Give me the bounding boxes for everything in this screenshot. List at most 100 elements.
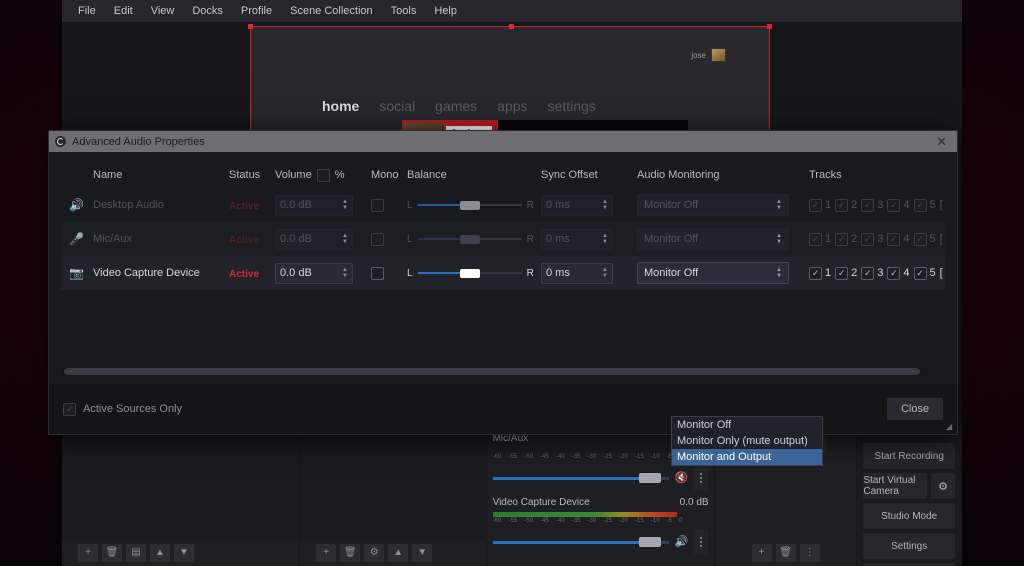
start-recording-button[interactable]: Start Recording (863, 443, 955, 469)
balance-control[interactable]: L R (407, 233, 541, 245)
volume-stepper[interactable]: 0.0 dB ▲ ▼ (275, 262, 353, 284)
balance-slider[interactable] (417, 199, 522, 211)
mono-checkbox[interactable] (371, 232, 384, 246)
menu-item-scene-collection[interactable]: Scene Collection (282, 2, 381, 20)
remove-source-button[interactable]: 🗑 (340, 544, 361, 562)
menu-item-docks[interactable]: Docks (184, 2, 231, 20)
table-row[interactable]: 🔊 Desktop Audio Active 0.0 dB ▲ ▼ L R 0 … (61, 188, 945, 222)
sync-offset-value: 0 ms (546, 233, 570, 245)
close-icon[interactable]: ✕ (932, 135, 951, 148)
mixer-volume-slider[interactable] (492, 471, 669, 485)
dropdown-option-monitor-off[interactable]: Monitor Off (672, 417, 822, 433)
menu-item-profile[interactable]: Profile (233, 2, 280, 20)
scene-filters-button[interactable]: ▤ (126, 544, 146, 562)
close-button[interactable]: Close (887, 398, 943, 420)
balance-knob[interactable] (459, 201, 480, 210)
track-checkbox[interactable]: ✓ (913, 198, 927, 212)
table-row[interactable]: 📷 Video Capture Device Active 0.0 dB ▲▼ (61, 256, 945, 290)
active-sources-only-row[interactable]: ✓ Active Sources Only (63, 402, 182, 416)
volume-percent-checkbox[interactable] (316, 168, 330, 182)
sync-offset-stepper[interactable]: 0 ms ▲ ▼ (541, 228, 613, 250)
menu-item-view[interactable]: View (143, 2, 183, 20)
horizontal-scrollbar[interactable] (61, 367, 929, 376)
speaker-icon[interactable]: 🔊 (675, 536, 689, 548)
balance-slider[interactable] (417, 233, 522, 245)
track-checkbox[interactable]: ✓ (861, 266, 875, 280)
volume-stepper[interactable]: 0.0 dB ▲ ▼ (275, 194, 353, 216)
dialog-title-bar[interactable]: Advanced Audio Properties ✕ (49, 131, 957, 152)
track-checkbox[interactable]: ✓ (835, 266, 849, 280)
track-checkbox[interactable]: ✓ (809, 266, 822, 280)
menu-item-edit[interactable]: Edit (106, 2, 141, 20)
balance-control[interactable]: L R (407, 199, 541, 211)
move-source-up-button[interactable]: ▲ (388, 544, 409, 562)
preview-nav-home: home (322, 98, 360, 114)
track-checkbox[interactable]: ✓ (835, 198, 849, 212)
mute-icon[interactable]: 🔇 (675, 472, 689, 484)
studio-mode-button[interactable]: Studio Mode (863, 503, 955, 529)
audio-monitoring-select[interactable]: Monitor Off ▲ ▼ (637, 262, 789, 284)
balance-control[interactable]: L R (407, 267, 541, 279)
track-checkbox[interactable]: ✓ (861, 232, 875, 246)
track-checkbox[interactable]: ✓ (887, 266, 901, 280)
add-transition-button[interactable]: + (751, 544, 772, 562)
volume-stepper[interactable]: 0.0 dB ▲ ▼ (275, 228, 353, 250)
move-source-down-button[interactable]: ▼ (412, 544, 433, 562)
remove-transition-button[interactable]: 🗑 (775, 544, 796, 562)
track-checkbox[interactable]: ✓ (913, 232, 927, 246)
start-virtual-camera-button[interactable]: Start Virtual Camera (863, 473, 927, 499)
chevron-updown-icon[interactable]: ▲ ▼ (776, 199, 782, 211)
dropdown-option-monitor-only[interactable]: Monitor Only (mute output) (672, 433, 822, 449)
track-checkbox[interactable]: ✓ (835, 232, 849, 246)
remove-scene-button[interactable]: 🗑 (102, 544, 122, 562)
stepper-arrows-icon[interactable]: ▲▼ (342, 233, 348, 245)
sync-offset-stepper[interactable]: 0 ms ▲ ▼ (541, 262, 613, 284)
settings-button[interactable]: Settings (863, 533, 955, 559)
source-properties-button[interactable]: ⚙ (364, 544, 385, 562)
slider-knob[interactable] (638, 473, 661, 483)
track-checkbox[interactable]: ✓ (913, 266, 927, 280)
transition-menu-button[interactable]: ⋮ (799, 544, 820, 562)
move-scene-down-button[interactable]: ▼ (174, 544, 194, 562)
table-row[interactable]: 🎤 Mic/Aux Active 0.0 dB ▲ ▼ L R 0 ms ▲ ▼… (61, 222, 945, 256)
track-checkbox-group: ✓ 1 ✓ 2 ✓ 3 ✓ 4 ✓ 5 [ (809, 232, 945, 246)
slider-knob[interactable] (638, 537, 661, 547)
track-checkbox[interactable]: ✓ (887, 232, 901, 246)
balance-slider[interactable] (417, 267, 522, 279)
scenes-list[interactable] (62, 427, 300, 540)
add-scene-button[interactable]: + (78, 544, 98, 562)
mixer-menu-button[interactable] (694, 465, 709, 491)
audio-monitoring-select[interactable]: Monitor Off ▲ ▼ (637, 194, 789, 216)
stepper-arrows-icon[interactable]: ▲▼ (602, 267, 608, 279)
track-checkbox[interactable]: ✓ (809, 232, 822, 246)
track-checkbox[interactable]: ✓ (809, 198, 822, 212)
move-scene-up-button[interactable]: ▲ (150, 544, 170, 562)
mixer-volume-slider[interactable] (492, 535, 669, 549)
stepper-arrows-icon[interactable]: ▲▼ (342, 267, 348, 279)
chevron-updown-icon[interactable]: ▲ ▼ (776, 233, 782, 245)
sources-list[interactable] (300, 427, 486, 540)
menu-item-help[interactable]: Help (426, 2, 465, 20)
stepper-arrows-icon[interactable]: ▲▼ (602, 199, 608, 211)
balance-knob[interactable] (459, 235, 480, 244)
track-checkbox[interactable]: ✓ (887, 198, 901, 212)
audio-monitoring-select[interactable]: Monitor Off ▲ ▼ (637, 228, 789, 250)
scrollbar-thumb[interactable] (64, 368, 920, 375)
add-source-button[interactable]: + (316, 544, 337, 562)
mixer-menu-button[interactable] (694, 529, 709, 555)
track-checkbox[interactable]: ✓ (861, 198, 875, 212)
balance-knob[interactable] (459, 269, 480, 278)
gear-icon[interactable]: ⚙ (931, 473, 955, 499)
mono-checkbox[interactable] (371, 266, 384, 280)
menu-item-tools[interactable]: Tools (383, 2, 425, 20)
chevron-updown-icon[interactable]: ▲ ▼ (776, 267, 782, 279)
resize-grip-icon[interactable]: ◢ (946, 423, 954, 431)
audio-monitoring-dropdown[interactable]: Monitor Off Monitor Only (mute output) M… (671, 416, 823, 466)
sync-offset-stepper[interactable]: 0 ms ▲ ▼ (541, 194, 613, 216)
mono-checkbox[interactable] (371, 198, 384, 212)
stepper-arrows-icon[interactable]: ▲▼ (602, 233, 608, 245)
stepper-arrows-icon[interactable]: ▲▼ (342, 199, 348, 211)
active-sources-only-checkbox[interactable]: ✓ (63, 402, 76, 416)
menu-item-file[interactable]: File (70, 2, 104, 20)
dropdown-option-monitor-and-output[interactable]: Monitor and Output (672, 449, 822, 465)
